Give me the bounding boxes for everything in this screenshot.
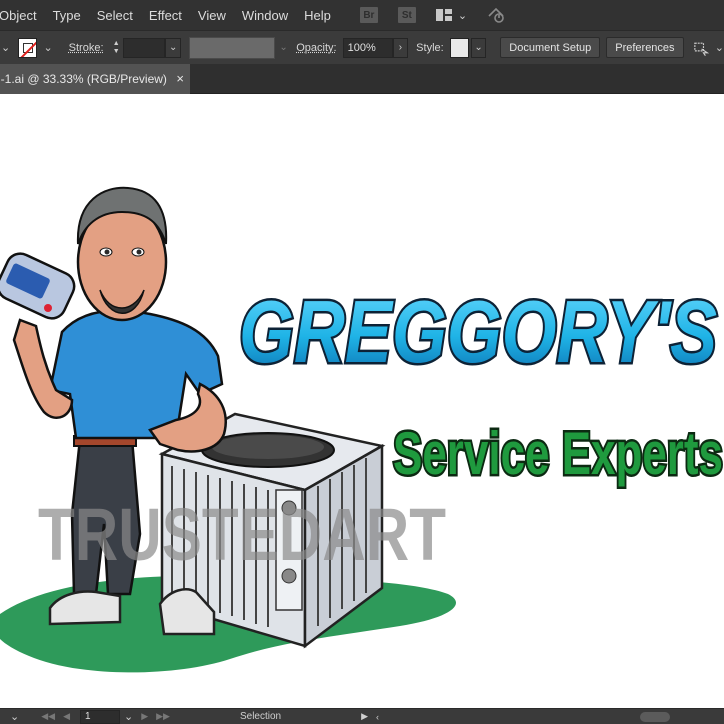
bridge-icon[interactable]: Br xyxy=(359,7,378,23)
headline-text: GREGGORY'S xyxy=(239,282,717,381)
arrange-documents-icon[interactable] xyxy=(692,39,709,57)
close-icon[interactable]: × xyxy=(176,71,184,86)
thermostat-device xyxy=(0,252,76,320)
document-tab-bar: d-1.ai @ 33.33% (RGB/Preview) × xyxy=(0,64,724,94)
document-tab[interactable]: d-1.ai @ 33.33% (RGB/Preview) × xyxy=(0,64,190,94)
opacity-flyout-button[interactable]: › xyxy=(392,37,409,58)
menu-object[interactable]: Object xyxy=(0,8,48,23)
menu-help[interactable]: Help xyxy=(304,8,342,23)
artboard-number-input[interactable]: 1 xyxy=(79,709,120,724)
style-label: Style: xyxy=(416,41,444,54)
menu-bar: Object Type Select Effect View Window He… xyxy=(0,0,724,30)
chevron-down-icon[interactable]: ⌄ xyxy=(43,41,52,54)
current-tool-label: Selection xyxy=(239,711,282,722)
last-artboard-icon[interactable]: ▶▶ xyxy=(156,711,170,722)
chevron-down-icon[interactable]: ⌄ xyxy=(715,41,724,54)
grid-layout-icon xyxy=(435,9,452,21)
graphic-style-swatch[interactable] xyxy=(449,37,469,58)
horizontal-scrollbar-thumb[interactable] xyxy=(640,712,670,722)
document-tab-title: d-1.ai @ 33.33% (RGB/Preview) xyxy=(0,72,167,86)
opacity-input[interactable]: 100% xyxy=(342,37,393,58)
preferences-button[interactable]: Preferences xyxy=(606,37,684,58)
zoom-chevron-icon[interactable]: ⌄ xyxy=(10,710,19,723)
artboard-canvas[interactable]: GREGGORY'S Service Experts TRUSTEDART xyxy=(0,94,724,708)
first-artboard-icon[interactable]: ◀◀ xyxy=(41,711,55,722)
menu-effect[interactable]: Effect xyxy=(149,8,193,23)
opacity-label[interactable]: Opacity: xyxy=(296,42,336,54)
graphic-style-dropdown[interactable]: ⌄ xyxy=(470,37,487,58)
status-bar: ⌄ ◀◀ ◀ 1 ⌄ ▶ ▶▶ Selection ▶ ‹ xyxy=(0,708,724,724)
scroll-left-icon[interactable]: ‹ xyxy=(376,712,379,722)
watermark-text: TRUSTEDART xyxy=(38,493,446,576)
menu-type[interactable]: Type xyxy=(53,8,92,23)
stroke-color-swatch[interactable] xyxy=(18,37,38,58)
workspace-switcher[interactable]: ⌄ xyxy=(435,9,468,22)
chevron-down-icon[interactable]: ⌄ xyxy=(124,710,133,723)
tagline-text: Service Experts xyxy=(393,420,723,487)
brush-definition-field[interactable] xyxy=(188,36,276,59)
menu-window[interactable]: Window xyxy=(242,8,299,23)
stock-icon[interactable]: St xyxy=(397,7,416,23)
previous-artboard-icon[interactable]: ◀ xyxy=(63,711,70,722)
stroke-weight-dropdown[interactable]: ⌄ xyxy=(165,37,181,58)
document-setup-button[interactable]: Document Setup xyxy=(500,37,601,58)
control-bar: ⌄ ⌄ Stroke: ▲ ▼ ⌄ ⌄ Opacity: 100% › Style… xyxy=(0,30,724,64)
menu-view[interactable]: View xyxy=(198,8,237,23)
stroke-label: Stroke: xyxy=(68,41,104,54)
logo-artwork: GREGGORY'S Service Experts TRUSTEDART xyxy=(0,186,724,673)
gpu-performance-icon[interactable] xyxy=(487,6,505,24)
chevron-down-icon[interactable]: ⌄ xyxy=(275,37,292,59)
next-artboard-icon[interactable]: ▶ xyxy=(141,711,148,722)
chevron-down-icon: ⌄ xyxy=(457,9,468,22)
menu-select[interactable]: Select xyxy=(97,8,144,23)
status-flyout-icon[interactable]: ▶ xyxy=(361,711,368,722)
stroke-weight-input[interactable] xyxy=(122,37,166,58)
stroke-stepper[interactable]: ▲ ▼ xyxy=(110,38,123,58)
chevron-down-icon[interactable]: ⌄ xyxy=(1,41,10,54)
